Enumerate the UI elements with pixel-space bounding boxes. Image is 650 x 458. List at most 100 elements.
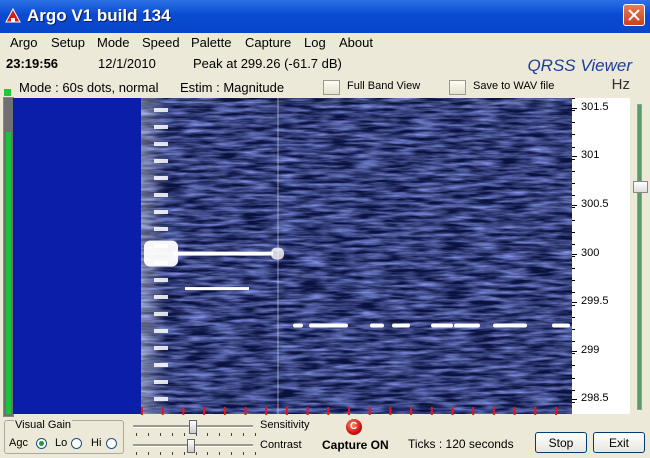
frequency-minor-tick xyxy=(572,365,575,367)
menu-mode[interactable]: Mode xyxy=(97,35,130,50)
frequency-minor-tick xyxy=(572,219,575,221)
save-wav-checkbox[interactable] xyxy=(449,80,466,95)
beacon-dot xyxy=(154,210,168,214)
agc-blank-panel xyxy=(13,98,141,414)
frequency-minor-tick xyxy=(572,377,575,379)
frequency-minor-tick xyxy=(572,243,575,245)
save-wav-label[interactable]: Save to WAV file xyxy=(473,80,554,92)
signal-trace xyxy=(185,287,249,291)
mode-line: Mode : 60s dots, normal Estim : Magnitud… xyxy=(0,77,650,97)
app-icon xyxy=(5,8,21,23)
time-tick xyxy=(430,407,433,415)
mode-readout: Mode : 60s dots, normal xyxy=(19,80,159,95)
slider-mark xyxy=(219,433,221,436)
stop-button[interactable]: Stop xyxy=(535,432,587,453)
frequency-tick-label: 300 xyxy=(581,246,600,259)
frequency-minor-tick xyxy=(572,280,575,282)
time-tick xyxy=(244,407,247,415)
contrast-slider[interactable] xyxy=(133,439,256,455)
slider-mark xyxy=(195,452,197,455)
peak-signal-dot xyxy=(493,323,527,328)
time-tick xyxy=(327,407,330,415)
frequency-tick-label: 298.5 xyxy=(581,392,609,405)
slider-mark xyxy=(136,452,137,455)
frequency-minor-tick xyxy=(572,231,575,233)
ticks-readout: Ticks : 120 seconds xyxy=(408,437,514,451)
menu-about[interactable]: About xyxy=(339,35,373,50)
frequency-minor-tick xyxy=(572,292,575,294)
frequency-tick xyxy=(572,302,577,304)
time-tick xyxy=(410,407,413,415)
frequency-minor-tick xyxy=(572,183,575,185)
slider-mark xyxy=(207,452,209,455)
capture-status: Capture ON xyxy=(322,438,389,452)
signal-blob xyxy=(144,240,178,267)
menu-log[interactable]: Log xyxy=(304,35,326,50)
frequency-minor-tick xyxy=(572,122,575,124)
exit-button[interactable]: Exit xyxy=(593,432,645,453)
peak-readout: Peak at 299.26 (-61.7 dB) xyxy=(193,56,342,71)
time-tick xyxy=(472,407,475,415)
level-meter-fill xyxy=(6,132,11,414)
clock: 23:19:56 xyxy=(6,56,59,71)
frequency-minor-tick xyxy=(572,158,575,160)
slider-mark xyxy=(243,452,245,455)
unit-label: Hz xyxy=(611,76,630,93)
menu-argo[interactable]: Argo xyxy=(10,35,37,50)
agc-label[interactable]: Agc xyxy=(9,437,28,449)
qrss-viewer-logo: QRSS Viewer xyxy=(527,56,632,75)
full-band-label[interactable]: Full Band View xyxy=(347,80,420,92)
frequency-scale: 301.5 301 300.5 300 299.5 299 298.5 xyxy=(572,98,630,414)
menu-palette[interactable]: Palette xyxy=(191,35,231,50)
frequency-minor-tick xyxy=(572,389,575,391)
slider-mark xyxy=(207,433,209,436)
time-tick xyxy=(555,407,557,415)
peak-signal-dot xyxy=(392,323,410,328)
lo-label[interactable]: Lo xyxy=(55,437,67,449)
zoom-slider-track[interactable] xyxy=(637,104,642,410)
sensitivity-thumb[interactable] xyxy=(188,420,197,434)
slider-mark xyxy=(183,433,185,436)
menu-speed[interactable]: Speed xyxy=(142,35,180,50)
frequency-tick xyxy=(572,107,577,109)
slider-mark xyxy=(159,433,161,436)
frequency-minor-tick xyxy=(572,316,575,318)
menu-setup[interactable]: Setup xyxy=(51,35,85,50)
agc-radio[interactable] xyxy=(36,438,47,449)
contrast-thumb[interactable] xyxy=(186,439,195,453)
capture-indicator-icon: C xyxy=(346,419,362,435)
slider-mark xyxy=(147,433,149,436)
close-icon xyxy=(628,9,640,21)
time-tick xyxy=(492,407,495,415)
signal-trace xyxy=(173,251,273,256)
slider-mark xyxy=(255,452,256,455)
date: 12/1/2010 xyxy=(98,56,156,71)
frequency-tick xyxy=(572,204,577,206)
window-title: Argo V1 build 134 xyxy=(27,6,171,25)
slider-mark xyxy=(171,433,173,436)
time-tick xyxy=(513,407,516,415)
frequency-minor-tick xyxy=(572,304,575,306)
full-band-checkbox[interactable] xyxy=(323,80,340,95)
beacon-dot xyxy=(154,363,168,367)
sensitivity-slider[interactable] xyxy=(133,420,256,436)
waterfall-display[interactable] xyxy=(13,98,572,414)
visual-gain-title: Visual Gain xyxy=(14,419,73,431)
time-tick xyxy=(182,407,185,415)
waterfall-fade xyxy=(141,98,572,414)
slider-mark xyxy=(159,452,161,455)
lo-radio[interactable] xyxy=(71,438,82,449)
frequency-minor-tick xyxy=(572,256,575,257)
close-button[interactable] xyxy=(623,4,645,26)
hi-radio[interactable] xyxy=(106,438,117,449)
frequency-minor-tick xyxy=(572,207,575,209)
zoom-slider-thumb[interactable] xyxy=(633,181,648,193)
contrast-label: Contrast xyxy=(260,439,302,451)
menu-capture[interactable]: Capture xyxy=(245,35,291,50)
sensitivity-label: Sensitivity xyxy=(260,419,310,431)
hi-label[interactable]: Hi xyxy=(91,437,101,449)
time-tick xyxy=(306,407,309,415)
time-tick xyxy=(534,407,537,415)
frequency-minor-tick xyxy=(572,98,575,99)
slider-mark xyxy=(136,433,137,436)
